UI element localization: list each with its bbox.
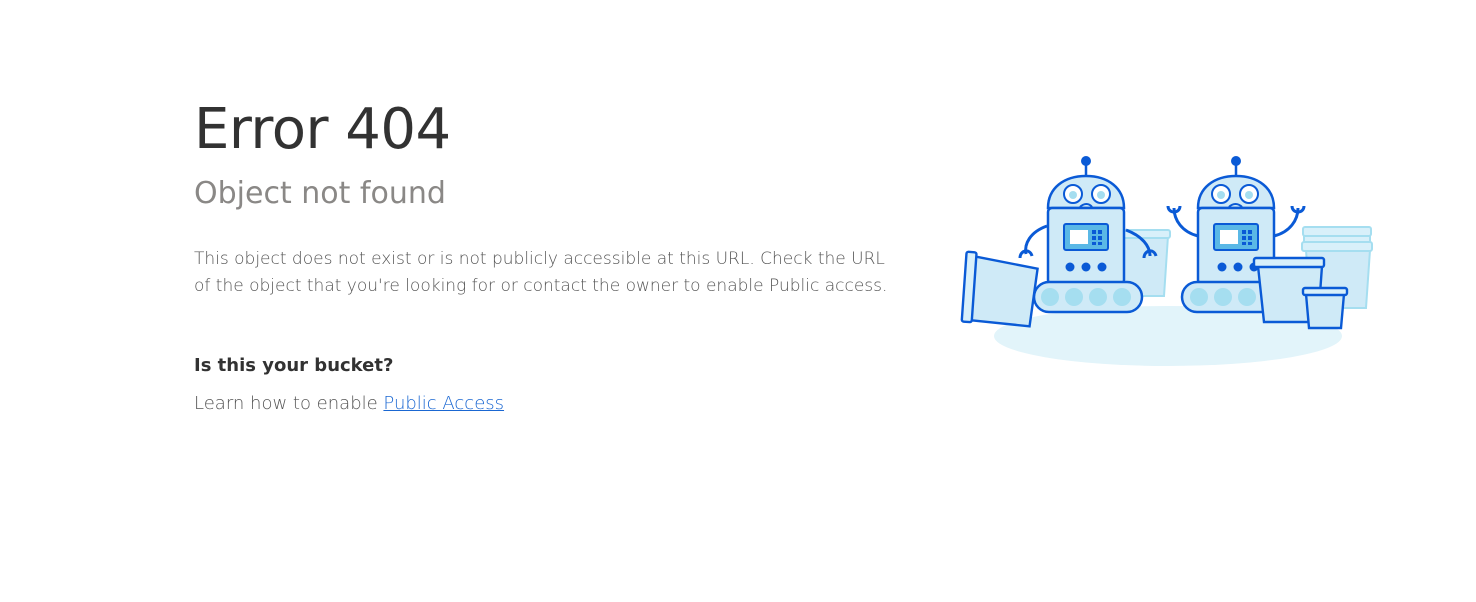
learn-line: Learn how to enable Public Access [194,392,894,416]
bucket-front-small [1301,286,1349,330]
sad-robots-illustration [960,156,1373,366]
error-page: Error 404 Object not found This object d… [0,0,1476,602]
error-description: This object does not exist or is not pub… [194,249,888,296]
learn-prefix: Learn how to enable [194,393,384,414]
bucket-heading: Is this your bucket? [194,355,394,376]
bucket-tipped-left [960,250,1039,328]
public-access-link[interactable]: Public Access [383,393,504,414]
error-subtitle: Object not found [194,176,446,211]
error-title: Error 404 [194,97,451,162]
robot-left [1018,156,1158,314]
error-content: Error 404 Object not found This object d… [194,96,894,416]
